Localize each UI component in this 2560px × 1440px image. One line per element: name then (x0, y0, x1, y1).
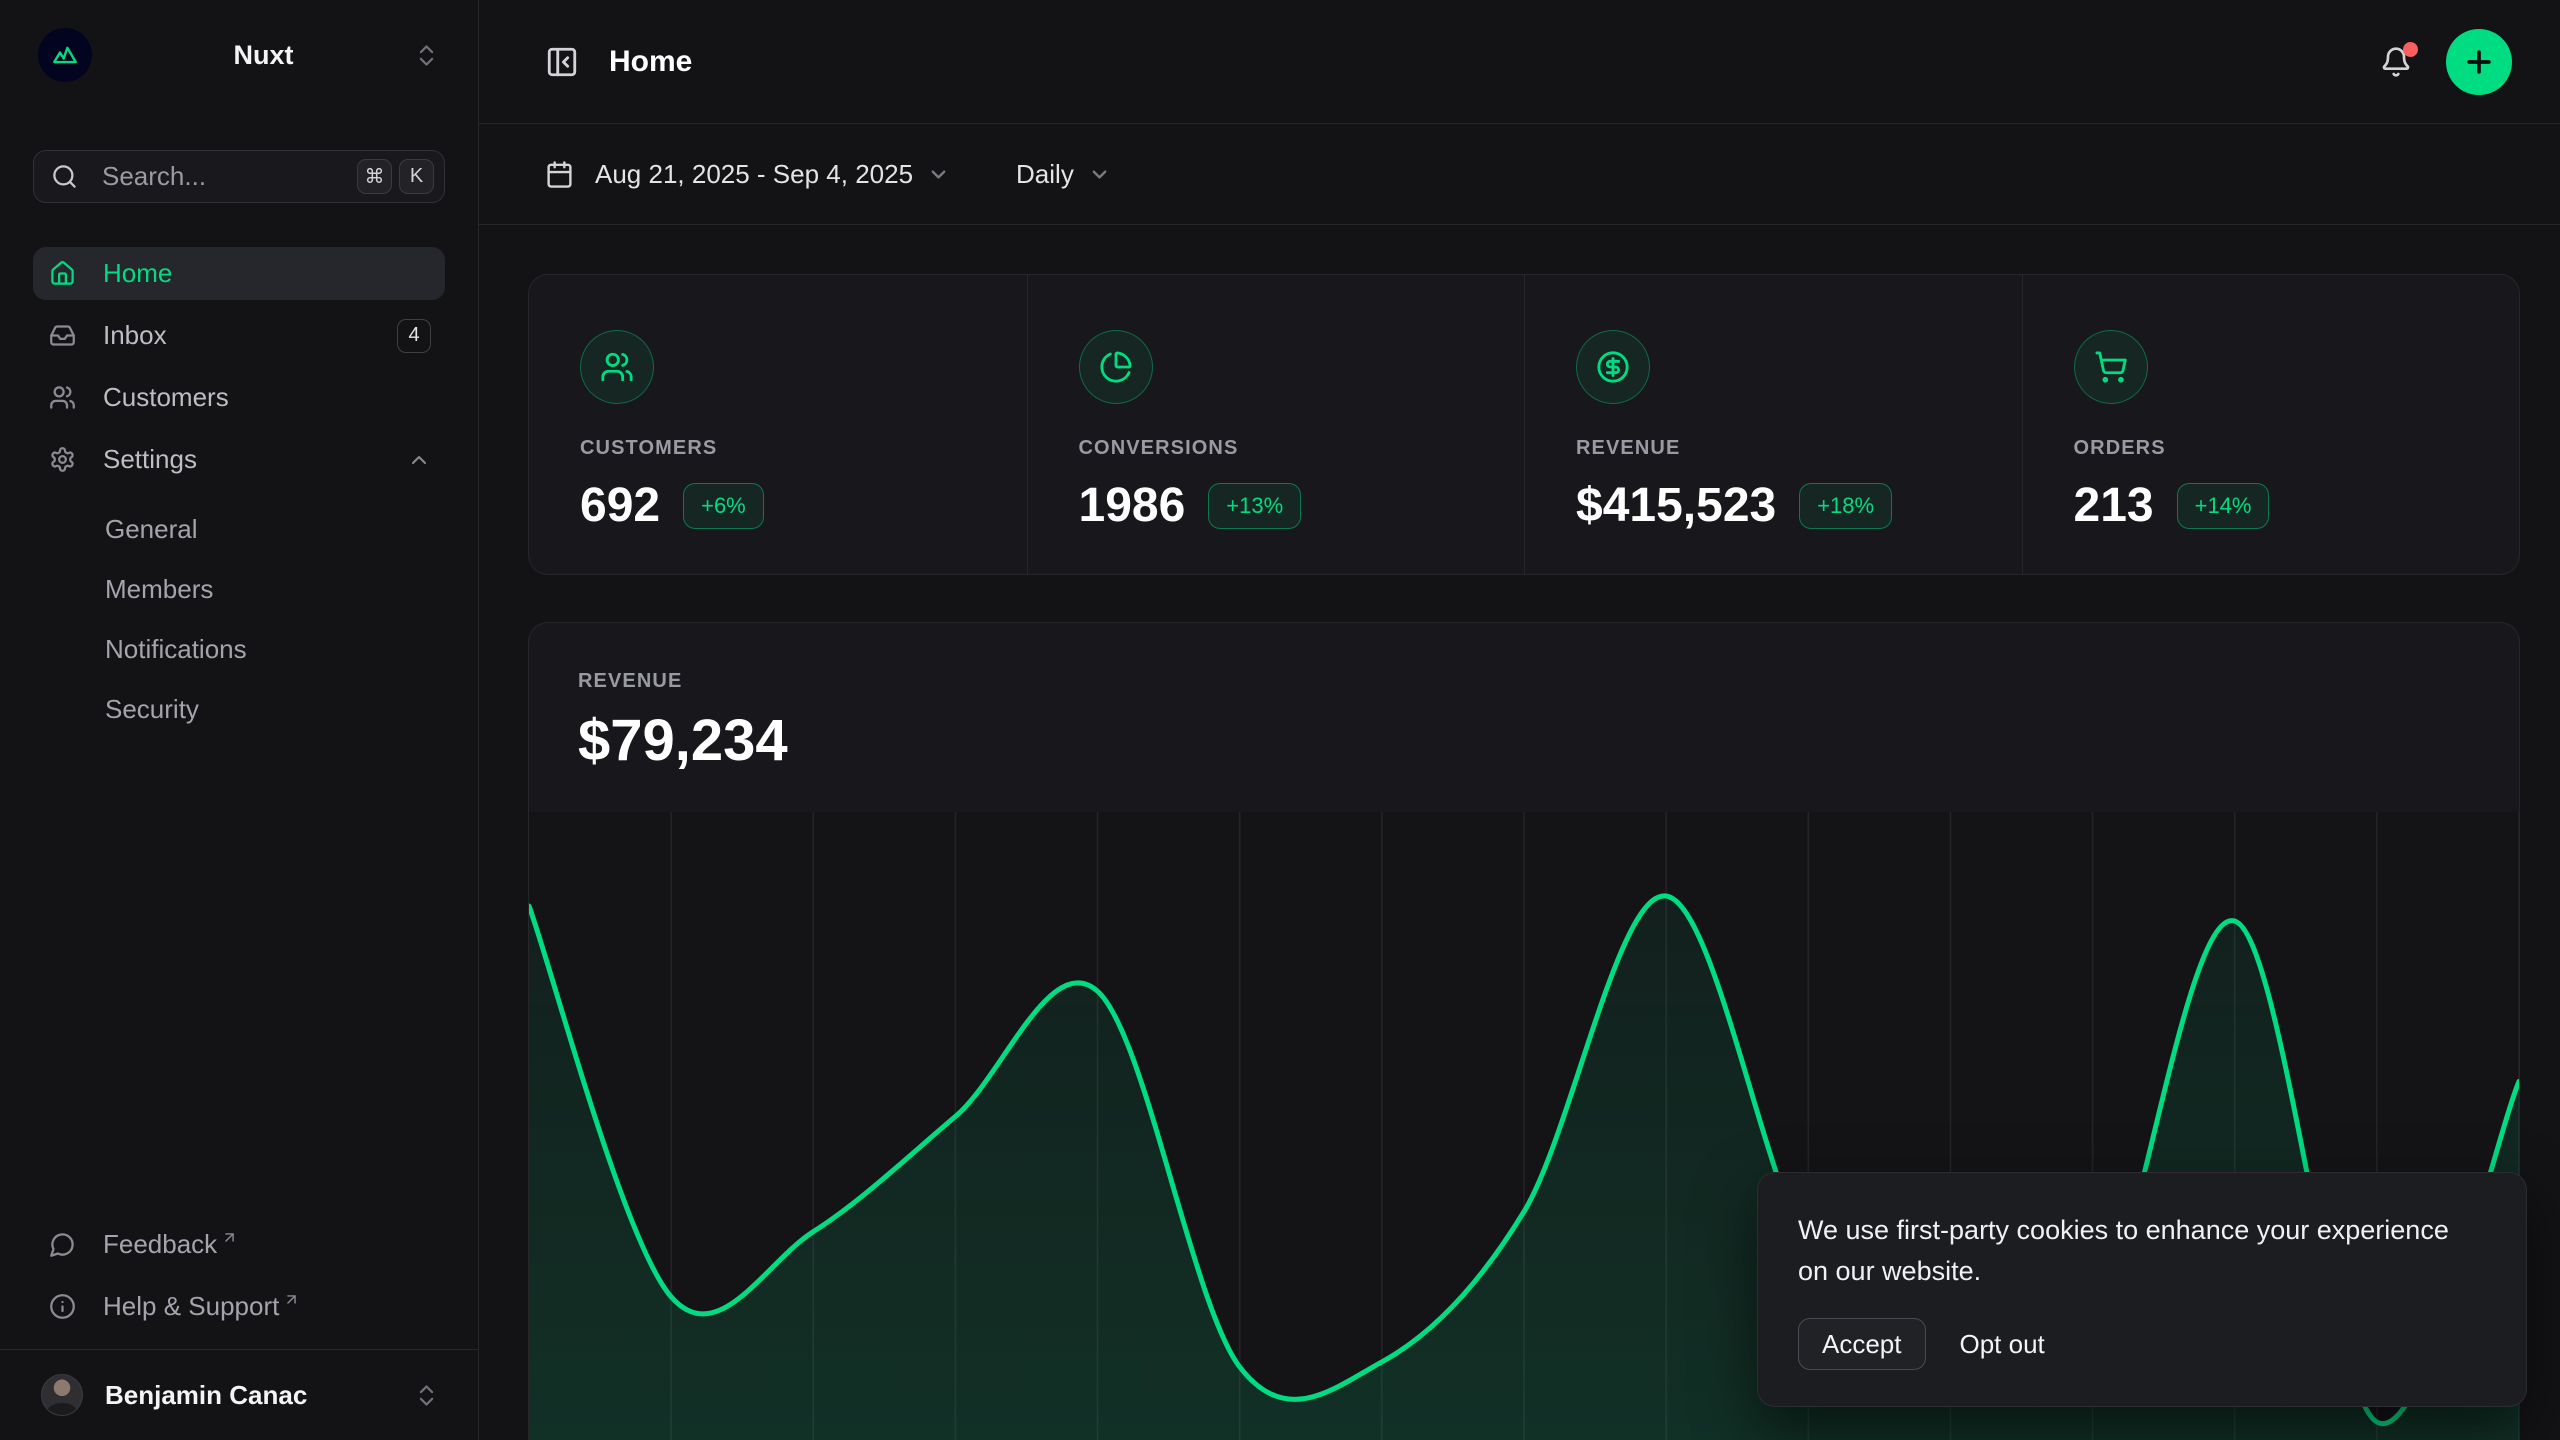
filters-toolbar: Aug 21, 2025 - Sep 4, 2025 Daily (479, 124, 2560, 225)
sidebar-subitem-security[interactable]: Security (33, 684, 445, 735)
kbd-cmd: ⌘ (357, 159, 392, 194)
revenue-chart-value: $79,234 (578, 707, 2470, 774)
stat-card-conversions[interactable]: CONVERSIONS 1986 +13% (1027, 275, 1525, 574)
inbox-count-badge: 4 (397, 319, 431, 353)
chevrons-up-down-icon (413, 42, 440, 69)
stat-label: CUSTOMERS (580, 437, 987, 460)
stat-value: 1986 (1079, 478, 1186, 533)
stats-panel: CUSTOMERS 692 +6% CONVERSIONS 1986 +13% (528, 274, 2520, 575)
user-menu[interactable]: Benjamin Canac (33, 1350, 445, 1440)
sidebar-subitem-members[interactable]: Members (33, 564, 445, 615)
stat-value: $415,523 (1576, 478, 1776, 533)
sidebar: Nuxt ⌘ K Home Inbox 4 (0, 0, 479, 1440)
sidebar-subitem-general[interactable]: General (33, 504, 445, 555)
workspace-switcher[interactable]: Nuxt (33, 22, 445, 88)
main-area: Home Aug 21, 2025 - Sep 4, 2025 Daily (479, 0, 2560, 1440)
workspace-name: Nuxt (114, 40, 413, 71)
users-icon (49, 384, 76, 411)
search-field[interactable] (102, 161, 350, 192)
date-range-picker[interactable]: Aug 21, 2025 - Sep 4, 2025 (545, 159, 950, 190)
search-input[interactable]: ⌘ K (33, 150, 445, 203)
pie-chart-icon (1079, 330, 1153, 404)
stat-delta-badge: +6% (683, 483, 764, 529)
info-circle-icon (49, 1293, 76, 1320)
notification-dot (2403, 42, 2418, 57)
external-link-icon (283, 1291, 300, 1308)
users-icon (580, 330, 654, 404)
granularity-label: Daily (1016, 159, 1074, 190)
feedback-label: Feedback (103, 1229, 217, 1260)
stat-card-orders[interactable]: ORDERS 213 +14% (2022, 275, 2520, 574)
calendar-icon (545, 160, 574, 189)
chevron-up-icon (407, 448, 431, 472)
stat-card-customers[interactable]: CUSTOMERS 692 +6% (529, 275, 1027, 574)
help-support-link[interactable]: Help & Support (33, 1280, 445, 1333)
search-icon (51, 163, 78, 190)
kbd-k: K (399, 159, 434, 194)
stat-label: ORDERS (2074, 437, 2480, 460)
cookie-banner: We use first-party cookies to enhance yo… (1757, 1172, 2527, 1407)
chat-bubble-icon (49, 1231, 76, 1258)
settings-subnav: General Members Notifications Security (33, 504, 445, 735)
stat-delta-badge: +14% (2177, 483, 2270, 529)
optout-cookies-button[interactable]: Opt out (1960, 1329, 2045, 1360)
sidebar-item-inbox[interactable]: Inbox 4 (33, 309, 445, 362)
sidebar-footer-nav: Feedback Help & Support (33, 1218, 445, 1349)
help-support-label: Help & Support (103, 1291, 279, 1322)
sidebar-subitem-notifications[interactable]: Notifications (33, 624, 445, 675)
inbox-icon (49, 322, 76, 349)
granularity-select[interactable]: Daily (1016, 159, 1111, 190)
user-name: Benjamin Canac (105, 1380, 413, 1411)
page-title: Home (609, 45, 2374, 79)
nuxt-logo-icon (38, 28, 92, 82)
stat-delta-badge: +18% (1799, 483, 1892, 529)
page-header: Home (479, 0, 2560, 124)
revenue-chart-label: REVENUE (578, 670, 2470, 693)
shopping-cart-icon (2074, 330, 2148, 404)
home-icon (49, 260, 76, 287)
date-range-label: Aug 21, 2025 - Sep 4, 2025 (595, 159, 913, 190)
stat-label: REVENUE (1576, 437, 1982, 460)
sidebar-item-label: Home (103, 258, 431, 289)
add-button[interactable] (2446, 29, 2512, 95)
sidebar-item-label: Customers (103, 382, 431, 413)
cookie-message: We use first-party cookies to enhance yo… (1798, 1210, 2486, 1291)
external-link-icon (221, 1229, 238, 1246)
stat-delta-badge: +13% (1208, 483, 1301, 529)
gear-icon (49, 446, 76, 473)
collapse-sidebar-button[interactable] (545, 45, 579, 79)
plus-icon (2462, 45, 2496, 79)
stat-card-revenue[interactable]: REVENUE $415,523 +18% (1524, 275, 2022, 574)
avatar (41, 1374, 83, 1416)
stat-label: CONVERSIONS (1079, 437, 1485, 460)
sidebar-nav: Home Inbox 4 Customers Settings Ge (33, 247, 445, 735)
stat-value: 213 (2074, 478, 2154, 533)
chevron-down-icon (927, 163, 950, 186)
sidebar-item-label: Settings (103, 444, 407, 475)
accept-cookies-button[interactable]: Accept (1798, 1318, 1926, 1370)
chevron-down-icon (1088, 163, 1111, 186)
sidebar-item-customers[interactable]: Customers (33, 371, 445, 424)
sidebar-item-label: Inbox (103, 320, 397, 351)
chevrons-up-down-icon (413, 1382, 440, 1409)
sidebar-item-settings[interactable]: Settings (33, 433, 445, 486)
sidebar-spacer (33, 735, 445, 1218)
stat-value: 692 (580, 478, 660, 533)
notifications-button[interactable] (2374, 40, 2418, 84)
feedback-link[interactable]: Feedback (33, 1218, 445, 1271)
sidebar-item-home[interactable]: Home (33, 247, 445, 300)
circle-dollar-icon (1576, 330, 1650, 404)
